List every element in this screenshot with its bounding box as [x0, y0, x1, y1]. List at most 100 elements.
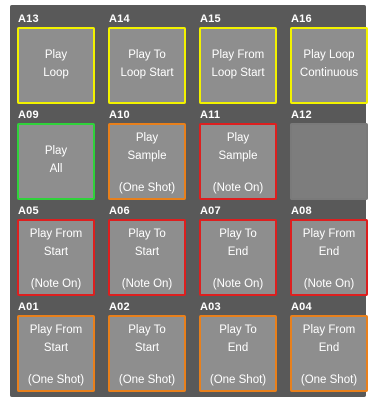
- pad-a11-button[interactable]: Play Sample (Note On): [199, 123, 277, 200]
- pad-mode-note: (Note On): [121, 278, 173, 290]
- pad-line: End: [227, 342, 249, 354]
- pad-function-text: Play Loop: [19, 46, 93, 82]
- pad-function-text: Play To Start: [110, 321, 184, 357]
- pad-line: Loop: [43, 67, 69, 79]
- pad-cell-a05: A05 Play From Start (Note On): [17, 201, 95, 297]
- pad-mode-note: (One Shot): [118, 374, 176, 386]
- pad-a08-button[interactable]: Play From End (Note On): [290, 219, 368, 296]
- pad-id-label: A06: [109, 205, 130, 217]
- pad-a01-button[interactable]: Play From Start (One Shot): [17, 315, 95, 392]
- pad-cell-a13: A13 Play Loop: [17, 9, 95, 105]
- pad-a07-button[interactable]: Play To End (Note On): [199, 219, 277, 296]
- pad-line: End: [227, 246, 249, 258]
- pad-line: Play To: [128, 324, 166, 336]
- pad-a10-button[interactable]: Play Sample (One Shot): [108, 123, 186, 200]
- pad-cell-a10: A10 Play Sample (One Shot): [108, 105, 186, 201]
- pad-a12-button[interactable]: [290, 123, 368, 200]
- pad-a04-button[interactable]: Play From End (One Shot): [290, 315, 368, 392]
- pad-grid: A13 Play Loop A14 Play To Loop Start A15: [17, 9, 368, 393]
- pad-line: Start: [43, 246, 69, 258]
- pad-id-label: A16: [291, 13, 312, 25]
- pad-function-text: Play To End: [201, 225, 275, 261]
- pad-cell-a11: A11 Play Sample (Note On): [199, 105, 277, 201]
- pad-id-label: A04: [291, 301, 312, 313]
- pad-mode-note: (One Shot): [209, 374, 267, 386]
- pad-function-text: Play From Loop Start: [201, 46, 275, 82]
- pad-line: Sample: [127, 150, 167, 162]
- pad-mode-note: (One Shot): [300, 374, 358, 386]
- pad-id-label: A10: [109, 109, 130, 121]
- pad-id-label: A05: [18, 205, 39, 217]
- pad-id-label: A07: [200, 205, 221, 217]
- pad-grid-panel: A13 Play Loop A14 Play To Loop Start A15: [10, 5, 368, 397]
- pad-mode-note: (Note On): [212, 278, 264, 290]
- pad-cell-a03: A03 Play To End (One Shot): [199, 297, 277, 393]
- pad-function-text: Play From Start: [19, 321, 93, 357]
- pad-a14-button[interactable]: Play To Loop Start: [108, 27, 186, 104]
- pad-line: Start: [134, 342, 160, 354]
- pad-function-text: Play From Start: [19, 225, 93, 261]
- pad-a03-button[interactable]: Play To End (One Shot): [199, 315, 277, 392]
- pad-cell-a08: A08 Play From End (Note On): [290, 201, 368, 297]
- pad-id-label: A13: [18, 13, 39, 25]
- pad-cell-a04: A04 Play From End (One Shot): [290, 297, 368, 393]
- pad-a02-button[interactable]: Play To Start (One Shot): [108, 315, 186, 392]
- pad-cell-a15: A15 Play From Loop Start: [199, 9, 277, 105]
- pad-line: Play: [44, 145, 68, 157]
- pad-line: Play To: [128, 49, 166, 61]
- pad-mode-note: (Note On): [212, 182, 264, 194]
- pad-line: Play From: [29, 228, 83, 240]
- pad-a09-button[interactable]: Play All: [17, 123, 95, 200]
- pad-line: Continuous: [299, 67, 359, 79]
- pad-line: Play From: [211, 49, 265, 61]
- pad-mode-note: (Note On): [30, 278, 82, 290]
- pad-a15-button[interactable]: Play From Loop Start: [199, 27, 277, 104]
- pad-line: Play Loop: [303, 49, 355, 61]
- pad-function-text: Play Loop Continuous: [292, 46, 366, 82]
- pad-line: Play From: [302, 228, 356, 240]
- pad-line: End: [318, 342, 340, 354]
- pad-mode-note: (One Shot): [27, 374, 85, 386]
- pad-line: End: [318, 246, 340, 258]
- pad-function-text: Play To Start: [110, 225, 184, 261]
- pad-a05-button[interactable]: Play From Start (Note On): [17, 219, 95, 296]
- pad-id-label: A02: [109, 301, 130, 313]
- pad-cell-a14: A14 Play To Loop Start: [108, 9, 186, 105]
- pad-mode-note: (Note On): [303, 278, 355, 290]
- pad-a16-button[interactable]: Play Loop Continuous: [290, 27, 368, 104]
- pad-line: Start: [134, 246, 160, 258]
- pad-function-text: Play From End: [292, 321, 366, 357]
- pad-id-label: A14: [109, 13, 130, 25]
- pad-a13-button[interactable]: Play Loop: [17, 27, 95, 104]
- pad-id-label: A01: [18, 301, 39, 313]
- pad-function-text: Play From End: [292, 225, 366, 261]
- pad-line: Play To: [219, 228, 257, 240]
- pad-function-text: Play Sample: [201, 129, 275, 165]
- pad-function-text: Play Sample: [110, 129, 184, 165]
- pad-line: All: [49, 163, 63, 175]
- pad-line: Play From: [29, 324, 83, 336]
- pad-line: Play To: [219, 324, 257, 336]
- pad-function-text: Play All: [19, 142, 93, 178]
- pad-cell-a02: A02 Play To Start (One Shot): [108, 297, 186, 393]
- pad-line: Loop Start: [120, 67, 174, 79]
- pad-line: Play From: [302, 324, 356, 336]
- pad-cell-a07: A07 Play To End (Note On): [199, 201, 277, 297]
- pad-line: Start: [43, 342, 69, 354]
- pad-line: Play To: [128, 228, 166, 240]
- pad-line: Play: [226, 132, 250, 144]
- pad-function-text: Play To End: [201, 321, 275, 357]
- pad-id-label: A09: [18, 109, 39, 121]
- pad-cell-a01: A01 Play From Start (One Shot): [17, 297, 95, 393]
- pad-id-label: A03: [200, 301, 221, 313]
- pad-cell-a09: A09 Play All: [17, 105, 95, 201]
- pad-a06-button[interactable]: Play To Start (Note On): [108, 219, 186, 296]
- pad-id-label: A11: [200, 109, 221, 121]
- pad-cell-a16: A16 Play Loop Continuous: [290, 9, 368, 105]
- pad-mode-note: (One Shot): [118, 182, 176, 194]
- pad-cell-a12: A12: [290, 105, 368, 201]
- pad-id-label: A08: [291, 205, 312, 217]
- pad-line: Sample: [218, 150, 258, 162]
- pad-line: Play: [44, 49, 68, 61]
- pad-id-label: A12: [291, 109, 312, 121]
